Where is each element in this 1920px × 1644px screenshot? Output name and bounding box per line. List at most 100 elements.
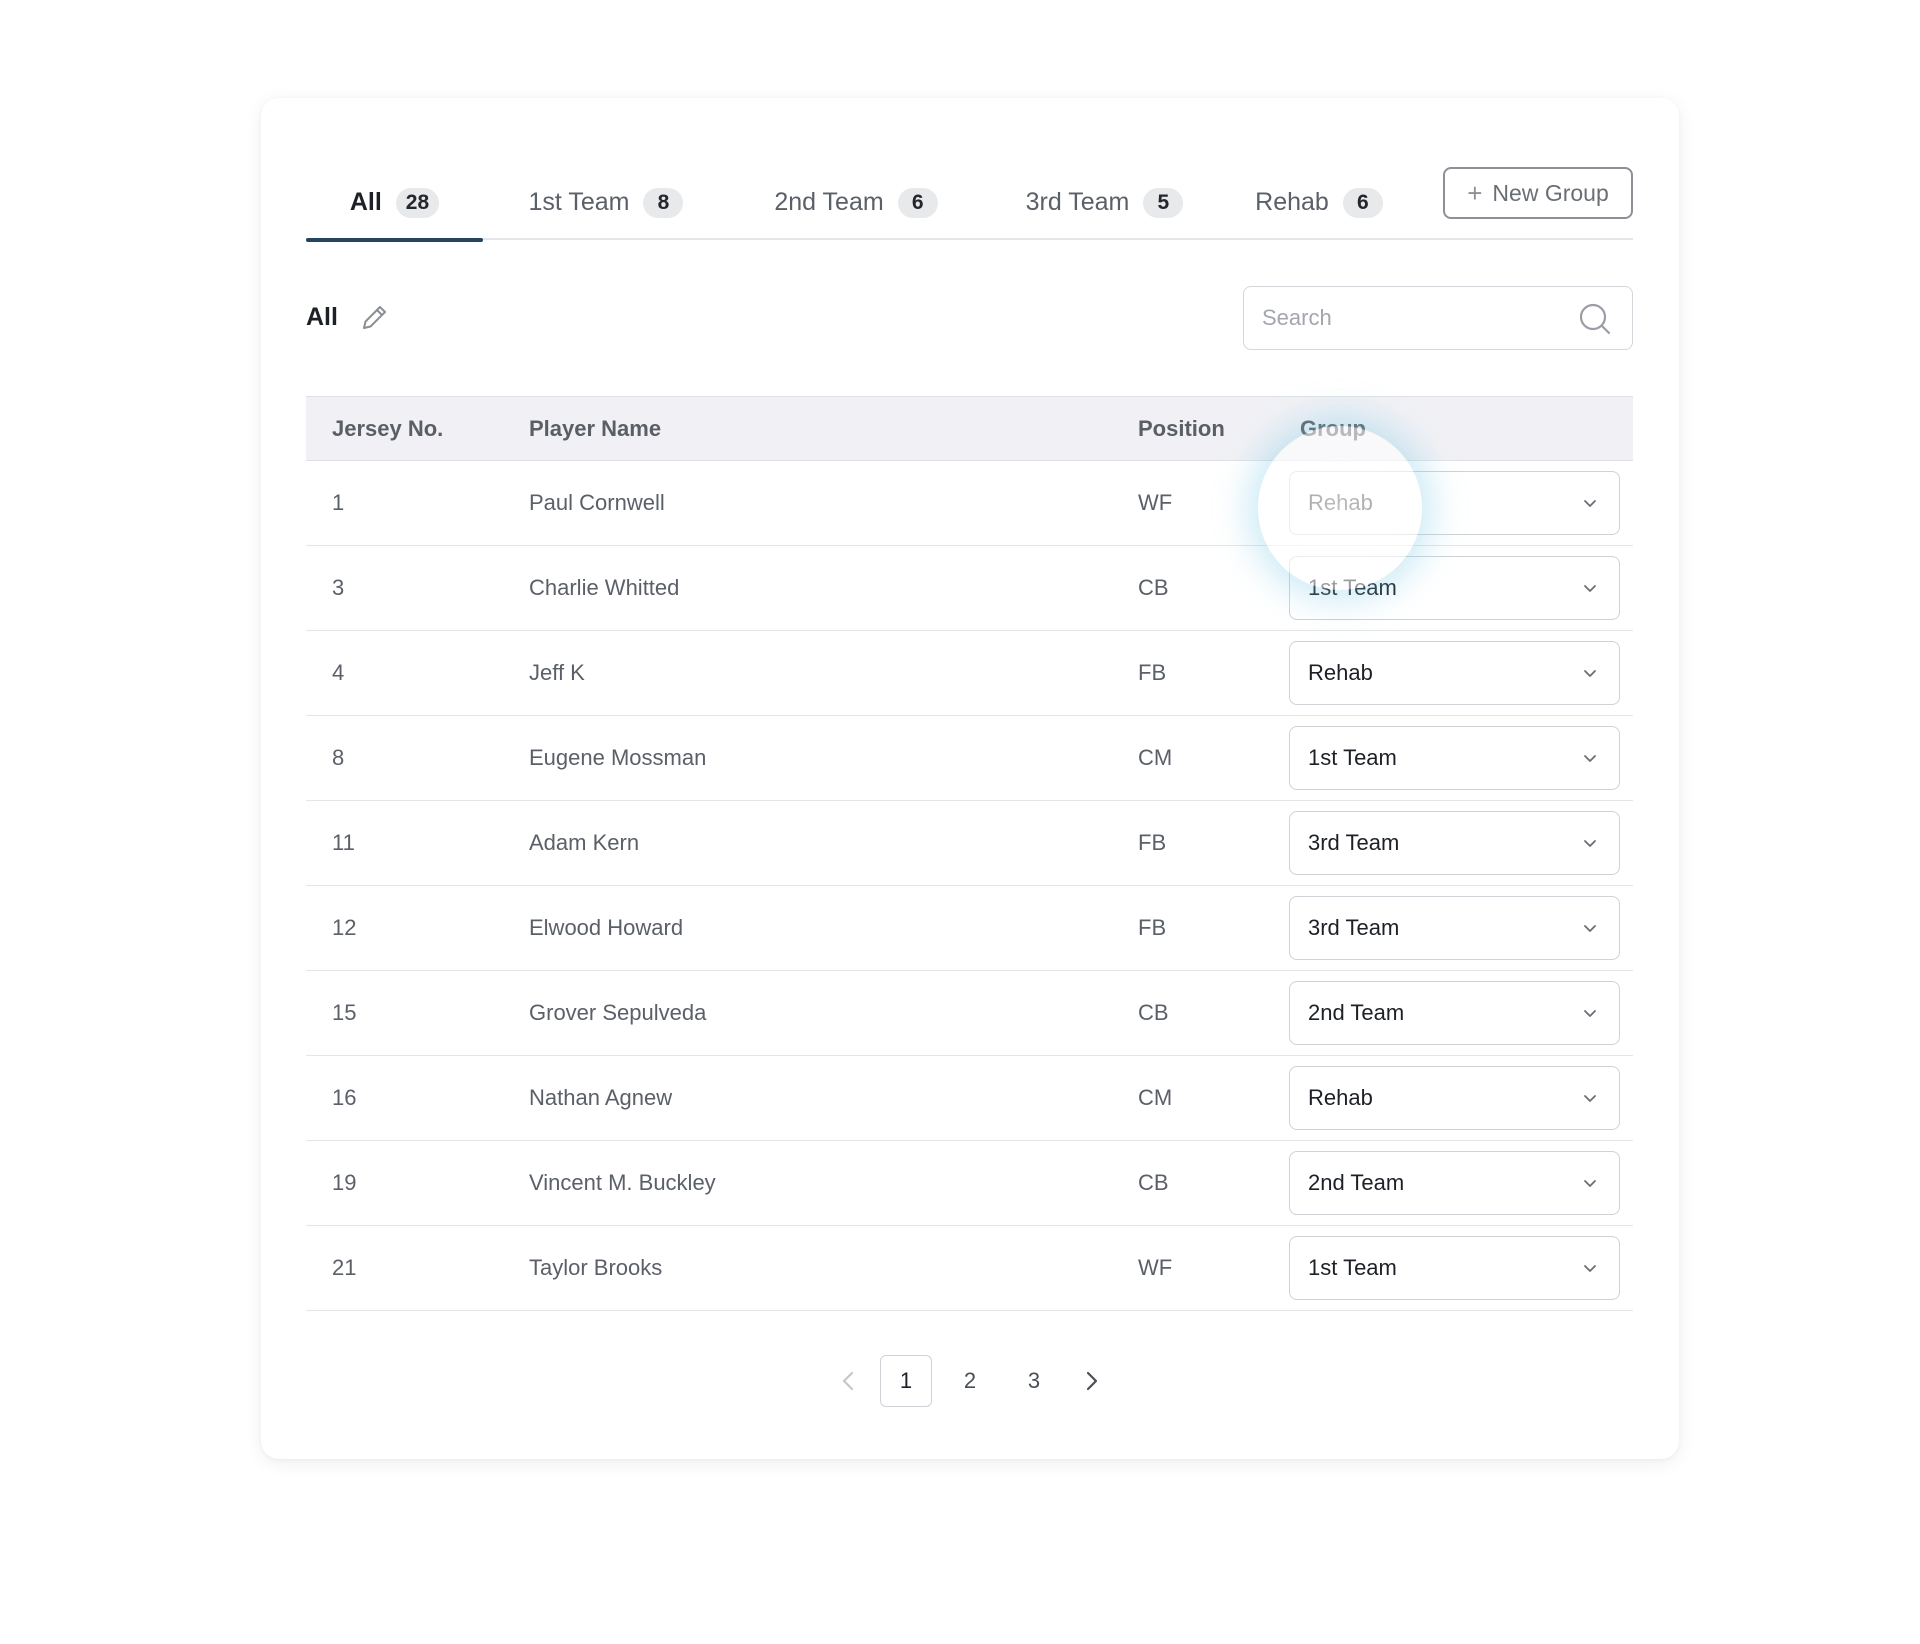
- table-row: 15 Grover Sepulveda CB 2nd Team: [306, 971, 1633, 1056]
- group-select[interactable]: 1st Team: [1289, 1236, 1620, 1300]
- pagination: 1 2 3: [822, 1355, 1118, 1407]
- table-row: 4 Jeff K FB Rehab: [306, 631, 1633, 716]
- chevron-down-icon: [1584, 1010, 1596, 1017]
- player-position: WF: [1138, 490, 1173, 515]
- chevron-down-icon: [1584, 755, 1596, 762]
- group-select-value: Rehab: [1308, 1085, 1373, 1110]
- player-name: Charlie Whitted: [529, 575, 680, 600]
- column-header-jersey[interactable]: Jersey No.: [332, 397, 443, 460]
- table-row: 1 Paul Cornwell WF Rehab: [306, 461, 1633, 546]
- pencil-icon[interactable]: [360, 302, 390, 332]
- jersey-number: 8: [332, 745, 345, 770]
- chevron-down-icon: [1584, 925, 1596, 932]
- table-row: 12 Elwood Howard FB 3rd Team: [306, 886, 1633, 971]
- page-button-1[interactable]: 1: [880, 1355, 932, 1407]
- tab-label: 1st Team: [528, 188, 630, 216]
- new-group-button[interactable]: + New Group: [1443, 167, 1633, 219]
- jersey-number: 15: [332, 1000, 357, 1025]
- chevron-down-icon: [1584, 840, 1596, 847]
- jersey-number: 1: [332, 490, 345, 515]
- chevron-down-icon: [1584, 670, 1596, 677]
- group-select-value: Rehab: [1308, 660, 1373, 685]
- tab-3rd-team[interactable]: 3rd Team 5: [1012, 165, 1197, 240]
- column-header-position[interactable]: Position: [1138, 397, 1225, 460]
- chevron-right-icon: [1086, 1371, 1098, 1391]
- page-button-2[interactable]: 2: [944, 1355, 996, 1407]
- table-row: 19 Vincent M. Buckley CB 2nd Team: [306, 1141, 1633, 1226]
- chevron-left-icon: [842, 1371, 854, 1391]
- player-position: CB: [1138, 575, 1169, 600]
- group-select[interactable]: Rehab: [1289, 641, 1620, 705]
- chevron-down-icon: [1584, 1180, 1596, 1187]
- search-icon[interactable]: [1578, 302, 1612, 336]
- chevron-down-icon: [1584, 585, 1596, 592]
- player-position: FB: [1138, 915, 1167, 940]
- group-select-value: 1st Team: [1308, 745, 1397, 770]
- group-select[interactable]: Rehab: [1289, 471, 1620, 535]
- chevron-down-icon: [1584, 1265, 1596, 1272]
- previous-page-button[interactable]: [822, 1355, 874, 1407]
- group-select-value: 2nd Team: [1308, 1170, 1405, 1195]
- player-position: CM: [1138, 745, 1173, 770]
- players-table: Jersey No. Player Name Position Group 1 P…: [306, 396, 1633, 1311]
- jersey-number: 11: [332, 830, 355, 855]
- tab-label: Rehab: [1255, 188, 1329, 216]
- new-group-label: New Group: [1492, 179, 1609, 206]
- player-position: CB: [1138, 1000, 1169, 1025]
- player-name: Paul Cornwell: [529, 490, 665, 515]
- group-select-value: Rehab: [1308, 490, 1373, 515]
- group-select[interactable]: 1st Team: [1289, 556, 1620, 620]
- group-select[interactable]: 2nd Team: [1289, 1151, 1620, 1215]
- tab-count-badge: 6: [1342, 187, 1383, 218]
- group-select-value: 3rd Team: [1308, 830, 1400, 855]
- tab-label: 3rd Team: [1025, 188, 1130, 216]
- player-name: Vincent M. Buckley: [529, 1170, 716, 1195]
- group-select-value: 1st Team: [1308, 575, 1397, 600]
- search-box: [1243, 286, 1633, 350]
- tab-2nd-team[interactable]: 2nd Team 6: [761, 165, 951, 240]
- group-select[interactable]: 2nd Team: [1289, 981, 1620, 1045]
- jersey-number: 19: [332, 1170, 357, 1195]
- table-row: 8 Eugene Mossman CM 1st Team: [306, 716, 1633, 801]
- tab-all[interactable]: All 28: [306, 165, 483, 242]
- table-row: 3 Charlie Whitted CB 1st Team: [306, 546, 1633, 631]
- column-header-group[interactable]: Group: [1300, 397, 1366, 460]
- column-header-player-name[interactable]: Player Name: [529, 397, 661, 460]
- player-name: Eugene Mossman: [529, 745, 707, 770]
- tab-count-badge: 28: [395, 187, 440, 218]
- jersey-number: 4: [332, 660, 345, 685]
- tab-1st-team[interactable]: 1st Team 8: [516, 165, 696, 240]
- group-tabs: All 28 1st Team 8 2nd Team 6 3rd Team 5 …: [306, 165, 1633, 242]
- group-select-value: 3rd Team: [1308, 915, 1400, 940]
- tab-count-badge: 6: [897, 187, 938, 218]
- table-row: 21 Taylor Brooks WF 1st Team: [306, 1226, 1633, 1311]
- table-body: 1 Paul Cornwell WF Rehab 3 Charlie Whitted CB 1…: [306, 461, 1633, 1311]
- player-name: Taylor Brooks: [529, 1255, 663, 1280]
- player-position: CB: [1138, 1170, 1169, 1195]
- player-name: Grover Sepulveda: [529, 1000, 707, 1025]
- group-select-value: 2nd Team: [1308, 1000, 1405, 1025]
- player-position: FB: [1138, 830, 1167, 855]
- player-position: CM: [1138, 1085, 1173, 1110]
- group-select-value: 1st Team: [1308, 1255, 1397, 1280]
- page-button-3[interactable]: 3: [1008, 1355, 1060, 1407]
- group-select[interactable]: 3rd Team: [1289, 811, 1620, 875]
- tab-count-badge: 5: [1143, 187, 1184, 218]
- chevron-down-icon: [1584, 500, 1596, 507]
- tab-rehab[interactable]: Rehab 6: [1249, 165, 1389, 240]
- jersey-number: 12: [332, 915, 357, 940]
- player-position: WF: [1138, 1255, 1173, 1280]
- player-name: Jeff K: [529, 660, 585, 685]
- tab-label: All: [349, 188, 382, 216]
- jersey-number: 3: [332, 575, 345, 600]
- jersey-number: 16: [332, 1085, 357, 1110]
- group-select[interactable]: 3rd Team: [1289, 896, 1620, 960]
- player-name: Elwood Howard: [529, 915, 684, 940]
- jersey-number: 21: [332, 1255, 357, 1280]
- group-select[interactable]: Rehab: [1289, 1066, 1620, 1130]
- next-page-button[interactable]: [1066, 1355, 1118, 1407]
- plus-icon: +: [1467, 178, 1483, 208]
- group-select[interactable]: 1st Team: [1289, 726, 1620, 790]
- search-input[interactable]: [1262, 299, 1572, 337]
- table-row: 16 Nathan Agnew CM Rehab: [306, 1056, 1633, 1141]
